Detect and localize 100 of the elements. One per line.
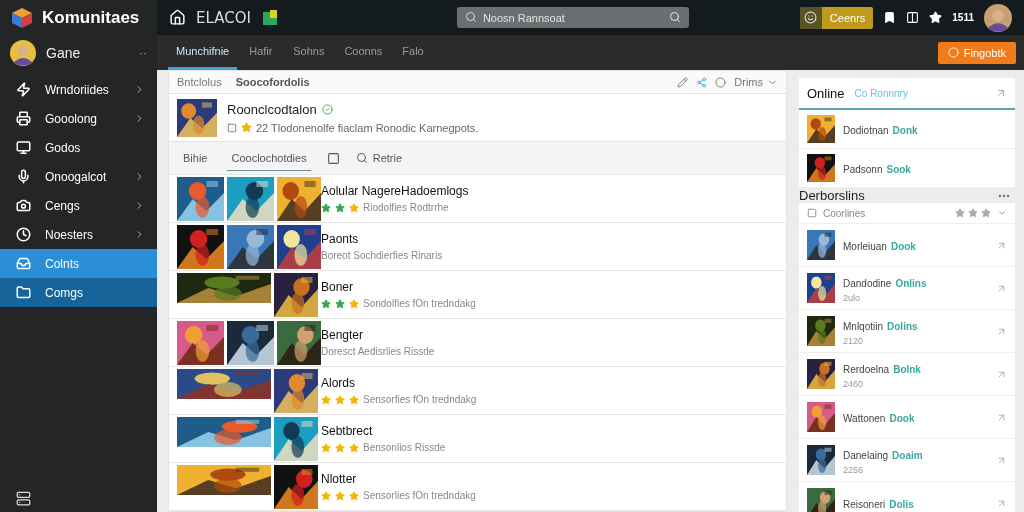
star-icon [241,122,252,134]
star-icon[interactable] [968,208,978,218]
friend-row[interactable]: Mnlqotiin Dolins 2120 [799,310,1015,353]
game-row[interactable]: Bengter Doresct Aedisrlies Rissde [169,319,786,367]
friend-detail: 2460 [843,379,865,389]
search-icon [355,152,368,165]
strip-tab[interactable]: Soocofordolis [235,76,310,89]
sub-tab[interactable]: Bihie [179,145,212,171]
friend-row[interactable]: Morleiuan Dook [799,224,1015,267]
panel-title: Online [807,85,845,101]
page-title: Roonclcodtalon [227,101,317,117]
pencil-icon[interactable] [677,76,689,88]
game-subtitle: Bensonlios Rissde [363,442,446,453]
folder-icon [16,285,31,300]
server-icon[interactable] [16,491,31,506]
circle-icon [947,47,959,58]
search-icon[interactable] [668,11,681,23]
game-row[interactable]: Aolular NagereHadoemlogs Riodolfies Rodtrrhe [169,175,786,223]
checkbox-icon[interactable] [807,208,817,218]
page-subtitle: 22 Tlodonenolfe fiaclam Ronodic Karnegpots. [256,121,479,134]
search-link[interactable]: Retrie [355,152,403,165]
game-row[interactable]: Alords Sensorfies fOn tredndakg [169,367,786,415]
app-title: Komunitaes [42,7,140,28]
sidebar-item[interactable]: Noesters [0,220,157,249]
strip-tab[interactable]: Bntclolus [177,76,222,89]
clock-icon [16,227,31,242]
friend-row[interactable]: Rerdoelna Bolnk 2460 [799,353,1015,396]
sidebar-item[interactable]: Comgs [0,278,157,307]
brand-name: ELACOI [196,8,251,27]
home-icon[interactable] [169,9,186,26]
friend-name: Reisoneri [843,499,886,510]
grid-icon[interactable] [326,151,340,165]
user-name: Gane [46,44,82,61]
friend-name: Danelaing [843,450,889,461]
friend-name: Rerdoelna [843,364,890,375]
game-title: Paonts [321,232,360,246]
sub-tab[interactable]: Cooclochotdies [227,145,311,171]
friend-row[interactable]: Dandodine Onlins 2ulo [799,267,1015,310]
friend-name: Dandodine [843,278,892,289]
inbox-icon [16,256,31,271]
checkbox-icon[interactable] [227,122,237,133]
sidebar-item[interactable]: Gooolong [0,104,157,133]
search-field[interactable]: Noosn Rannsoat [456,7,689,28]
columns-icon[interactable] [906,11,920,24]
friend-status: Dook [890,241,916,252]
sort-dropdown[interactable]: Drims [734,76,778,89]
friend-status: Dook [889,413,915,424]
friend-status: Onlins [895,278,927,289]
friend-status: Dolis [889,499,914,510]
sidebar-item[interactable]: Cengs [0,191,157,220]
game-row[interactable]: Paonts Boreot Sochdierfies Rinaris [169,223,786,271]
flag-logo-icon [260,8,279,27]
sidebar-item[interactable]: Colnts [0,249,157,278]
friend-status: Dolins [887,321,918,332]
friend-row[interactable]: Dodiotnan Donk [799,110,1015,149]
filter-label: Coorlines [823,207,866,219]
friend-status: Doaim [892,450,923,461]
game-title: Sebtbrect [321,424,374,438]
friend-row[interactable]: Danelaing Doaim 2256 [799,439,1015,482]
face-icon [804,11,818,24]
user-menu[interactable]: ·· [139,45,147,60]
nav-tab[interactable]: Falo [394,35,435,70]
friend-detail: 2120 [843,336,865,346]
arrow-icon[interactable] [995,87,1007,99]
star-icon[interactable] [955,208,965,218]
nav-tab[interactable]: Sohns [285,35,333,70]
friend-detail: 2ulo [843,293,861,303]
game-subtitle: Sondolfies fOn tredndakg [363,298,476,309]
game-title: Boner [321,280,355,294]
sidebar-item[interactable]: Wrndoriides [0,75,157,104]
game-title: Aolular NagereHadoemlogs [321,184,469,198]
game-row[interactable]: Boner Sondolfies fOn tredndakg [169,271,786,319]
sidebar-item[interactable]: Godos [0,133,157,162]
game-title: Alords [321,376,356,390]
game-row[interactable]: Sebtbrect Bensonlios Rissde [169,415,786,463]
search-icon [464,11,477,23]
nav-tab[interactable]: Hafir [241,35,282,70]
camera-icon [16,198,31,213]
chevron-icon[interactable] [997,208,1007,218]
friend-row[interactable]: Reisoneri Dolis [799,482,1015,512]
game-title: Nlotter [321,472,358,486]
friend-name: Wattonen [843,413,886,424]
verified-icon [321,103,333,115]
nav-tab[interactable]: Coonns [336,35,391,70]
friend-row[interactable]: Wattonen Dook [799,396,1015,439]
bookmark-icon[interactable] [883,11,897,24]
game-row[interactable]: Nlotter Sensorlies fOn tredndakg [169,463,786,511]
star-icon[interactable] [981,208,991,218]
sidebar-item[interactable]: Onoogalcot [0,162,157,191]
friend-name: Mnlqotiin [843,321,884,332]
friend-row[interactable]: Padsonn Sook [799,149,1015,188]
game-subtitle: Boreot Sochdierfies Rinaris [321,250,443,261]
friend-status: Bolnk [893,364,921,375]
friend-status: Donk [892,125,918,136]
share-icon[interactable] [696,76,708,88]
game-subtitle: Doresct Aedisrlies Rissde [321,346,435,357]
avatar[interactable] [10,39,36,66]
avatar[interactable] [984,3,1012,32]
friend-name: Morleiuan [843,241,887,252]
lightning-icon [16,82,31,97]
